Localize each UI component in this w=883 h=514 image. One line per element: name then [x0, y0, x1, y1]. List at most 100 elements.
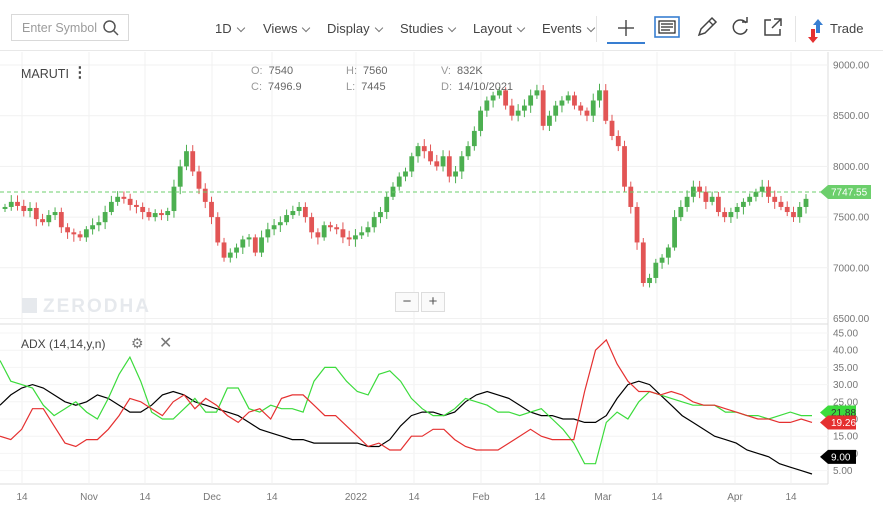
zoom-out-button[interactable]: − [395, 292, 419, 312]
candle-body [58, 212, 64, 228]
candle-body [52, 212, 58, 216]
candle-body [334, 227, 340, 230]
candle-body [196, 171, 202, 189]
candle-body [396, 176, 402, 187]
candle-body [184, 151, 189, 167]
candle-body [778, 201, 784, 207]
study-settings-button[interactable]: ⚙ [131, 335, 144, 352]
price-tick-label: 6500.00 [833, 314, 870, 325]
candle-body [371, 217, 377, 228]
candle-body [159, 213, 164, 216]
candle-body [421, 146, 427, 152]
candle-body [359, 232, 365, 236]
series-line-adx [0, 380, 813, 475]
candle-body [484, 100, 490, 111]
candle-body [803, 198, 809, 207]
zoom-in-label: + [428, 293, 438, 310]
x-tick-label: 2022 [345, 492, 368, 503]
candle-body [453, 171, 458, 177]
adx-tick-label: 35.00 [833, 363, 858, 374]
adx-study-label[interactable]: ADX (14,14,y,n) [21, 337, 105, 351]
open-value: 7540 [268, 65, 294, 77]
x-tick-label: 14 [266, 492, 278, 503]
candle-body [534, 90, 540, 96]
candle-body [353, 235, 358, 240]
low-readout: L: 7445 [346, 81, 386, 93]
candle-body [378, 212, 383, 218]
x-tick-label: Nov [80, 492, 98, 503]
candle-body [152, 213, 158, 218]
candle-body [2, 206, 8, 209]
candle-body [215, 217, 221, 243]
close-icon: ✕ [159, 335, 173, 352]
candle-body [71, 232, 77, 235]
symbol-name[interactable]: MARUTI ⋮ [21, 64, 87, 82]
candle-body [146, 212, 152, 218]
open-key: O: [251, 65, 263, 77]
gear-icon: ⚙ [131, 335, 144, 351]
candle-body [634, 206, 640, 243]
more-options-icon[interactable]: ⋮ [72, 64, 87, 81]
zerodha-watermark: ZERODHA [22, 296, 151, 318]
candle-body [559, 100, 565, 106]
candle-body [384, 196, 390, 213]
candle-body [83, 229, 89, 238]
x-tick-label: 14 [534, 492, 546, 503]
high-key: H: [346, 65, 357, 77]
candle-body [140, 206, 146, 213]
candle-body [640, 242, 646, 284]
candle-body [428, 151, 433, 162]
candle-body [127, 198, 133, 205]
candle-body [177, 166, 183, 187]
price-tick-label: 8500.00 [833, 111, 870, 122]
candle-body [741, 201, 746, 207]
candle-body [309, 217, 315, 233]
candle-body [246, 237, 252, 240]
zoom-out-label: − [402, 293, 412, 310]
price-tick-label: 8000.00 [833, 162, 870, 173]
chart-canvas[interactable]: 14 Nov 14 Dec 14 2022 14 Feb 14 Mar 14 Apr 14 9000.00… [0, 0, 883, 514]
candle-body [734, 206, 740, 213]
x-tick-label: 14 [785, 492, 797, 503]
candle-body [440, 156, 446, 167]
watermark-logo-icon [22, 298, 37, 313]
candle-body [684, 196, 690, 207]
x-tick-label: 14 [139, 492, 151, 503]
candle-body [171, 186, 177, 212]
close-key: C: [251, 81, 262, 93]
price-tick-label: 7000.00 [833, 263, 870, 274]
candle-body [547, 115, 552, 126]
candle-body [603, 90, 609, 121]
candle-body [284, 215, 290, 223]
candle-body [96, 222, 102, 226]
candle-body [108, 201, 114, 213]
candle-body [77, 234, 83, 238]
adx-tick-label: 30.00 [833, 380, 858, 391]
close-readout: C: 7496.9 [251, 81, 302, 93]
zoom-in-button[interactable]: + [421, 292, 445, 312]
candle-body [259, 237, 264, 253]
candle-body [27, 207, 33, 212]
candle-body [597, 90, 602, 101]
open-readout: O: 7540 [251, 65, 293, 77]
candle-body [622, 146, 627, 187]
candle-body [615, 135, 621, 147]
candle-body [403, 171, 408, 177]
candle-body [265, 229, 271, 238]
adx-tick-label: 40.00 [833, 346, 858, 357]
study-remove-button[interactable]: ✕ [159, 333, 172, 353]
candle-body [346, 237, 352, 240]
candle-body [121, 196, 127, 199]
x-tick-label: Apr [727, 492, 743, 503]
candle-body [653, 262, 659, 278]
candle-body [647, 277, 652, 284]
candle-body [321, 225, 327, 238]
x-tick-label: 14 [16, 492, 28, 503]
candle-body [252, 237, 258, 253]
candle-body [678, 206, 684, 218]
badge-label-minus-di: 19.26 [831, 418, 856, 429]
candle-body [115, 196, 121, 202]
candle-body [165, 211, 171, 216]
candle-body [340, 229, 346, 238]
candle-body [271, 225, 277, 230]
